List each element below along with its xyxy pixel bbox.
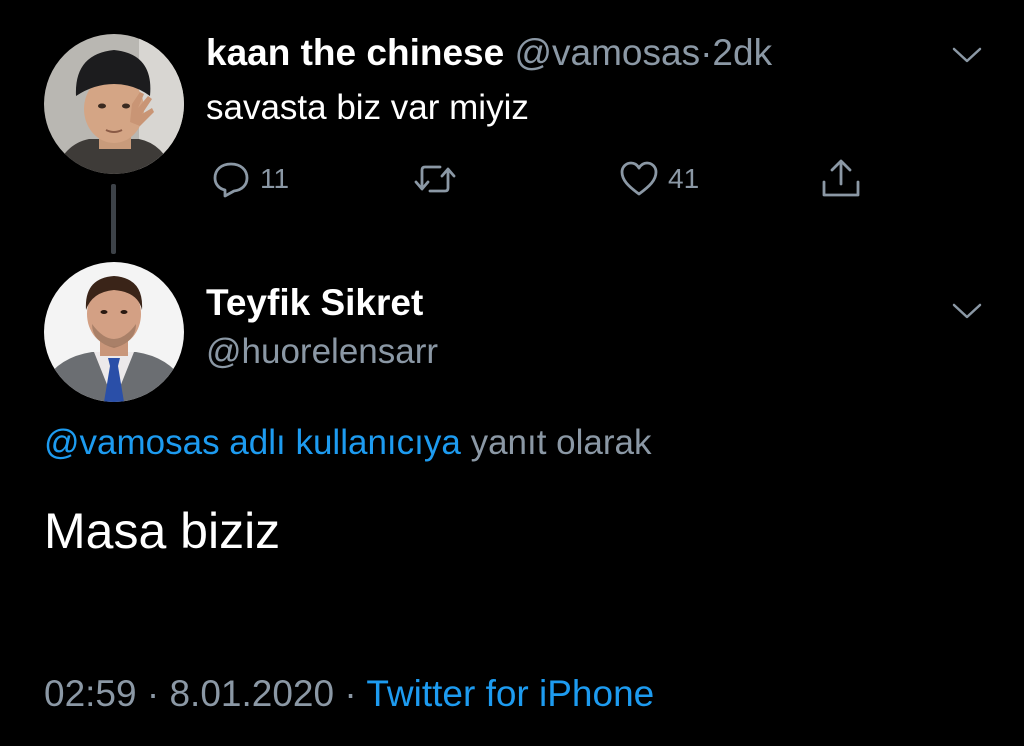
separator-dot: ·: [344, 673, 357, 714]
like-count: 41: [668, 163, 700, 194]
share-icon: [822, 159, 860, 197]
separator-dot: ·: [700, 32, 713, 73]
avatar[interactable]: [44, 34, 184, 174]
replying-to-mention-link[interactable]: @vamosas adlı kullanıcıya: [44, 423, 461, 462]
reply-icon: [213, 162, 249, 198]
share-button[interactable]: [818, 158, 864, 200]
reply-author-name[interactable]: Teyfik Sikret: [206, 280, 423, 326]
retweet-button[interactable]: [412, 158, 458, 200]
reply-count: 11: [260, 163, 290, 194]
source-link[interactable]: Twitter for iPhone: [366, 673, 654, 714]
replying-to-suffix: yanıt olarak: [470, 423, 652, 462]
chevron-down-icon[interactable]: [950, 44, 984, 66]
reply-author-handle[interactable]: @huorelensarr: [206, 330, 438, 374]
author-handle[interactable]: @vamosas: [514, 32, 700, 73]
tweet-detail-page: kaan the chinese @vamosas·2dk savasta bi…: [0, 0, 1024, 746]
chevron-down-icon[interactable]: [950, 300, 984, 322]
retweet-icon: [414, 165, 456, 193]
tweet-time[interactable]: 2dk: [712, 32, 772, 73]
reply-text: Masa biziz: [44, 503, 281, 559]
meta-date[interactable]: 8.01.2020: [169, 673, 334, 714]
replying-to-line: @vamosas adlı kullanıcıya yanıt olarak: [44, 420, 652, 466]
meta-time[interactable]: 02:59: [44, 673, 137, 714]
tweet-header: kaan the chinese @vamosas·2dk: [206, 30, 772, 76]
separator-dot: ·: [146, 673, 160, 714]
like-button[interactable]: 41: [618, 158, 699, 200]
tweet-text: savasta biz var miyiz: [206, 88, 529, 127]
heart-icon: [620, 161, 658, 196]
avatar[interactable]: [44, 262, 184, 402]
reply-button[interactable]: 11: [210, 158, 289, 200]
tweet-meta: 02:59 · 8.01.2020 · Twitter for iPhone: [44, 670, 654, 718]
thread-connector-line: [111, 184, 116, 254]
author-name[interactable]: kaan the chinese: [206, 32, 504, 73]
